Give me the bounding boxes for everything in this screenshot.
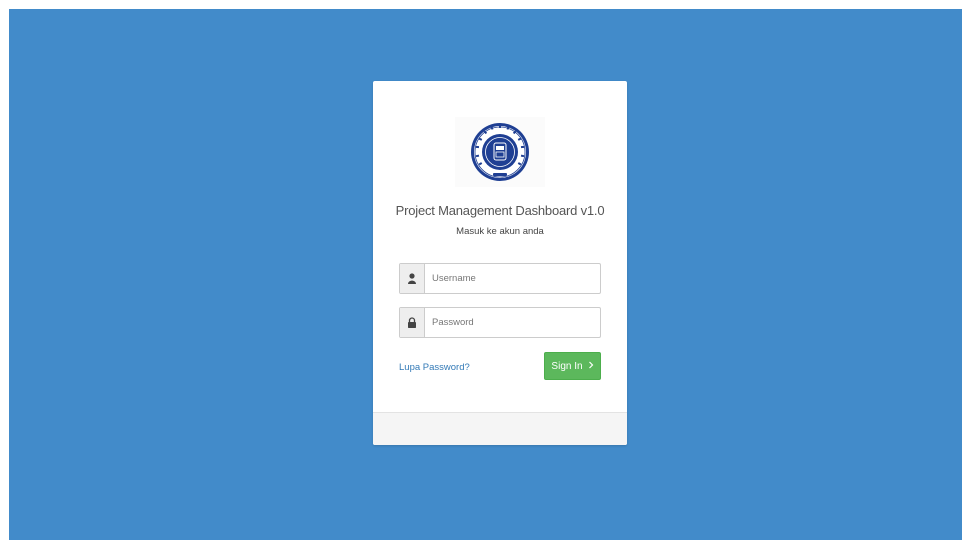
sign-in-button[interactable]: Sign In xyxy=(544,352,601,380)
password-input[interactable] xyxy=(425,308,600,337)
card-footer xyxy=(373,412,627,445)
institution-seal-logo xyxy=(471,123,529,181)
login-card: Project Management Dashboard v1.0 Masuk … xyxy=(373,81,627,445)
username-input-group xyxy=(399,263,601,294)
user-icon xyxy=(400,264,425,293)
logo-container xyxy=(455,117,545,187)
forgot-password-link[interactable]: Lupa Password? xyxy=(399,362,470,373)
username-input[interactable] xyxy=(425,264,600,293)
password-input-group xyxy=(399,307,601,338)
lock-icon xyxy=(400,308,425,337)
sign-in-label: Sign In xyxy=(551,360,583,372)
chevron-right-icon xyxy=(588,361,594,372)
page-title: Project Management Dashboard v1.0 xyxy=(395,203,605,218)
page-subtitle: Masuk ke akun anda xyxy=(456,226,544,237)
page-background: Project Management Dashboard v1.0 Masuk … xyxy=(9,9,962,540)
